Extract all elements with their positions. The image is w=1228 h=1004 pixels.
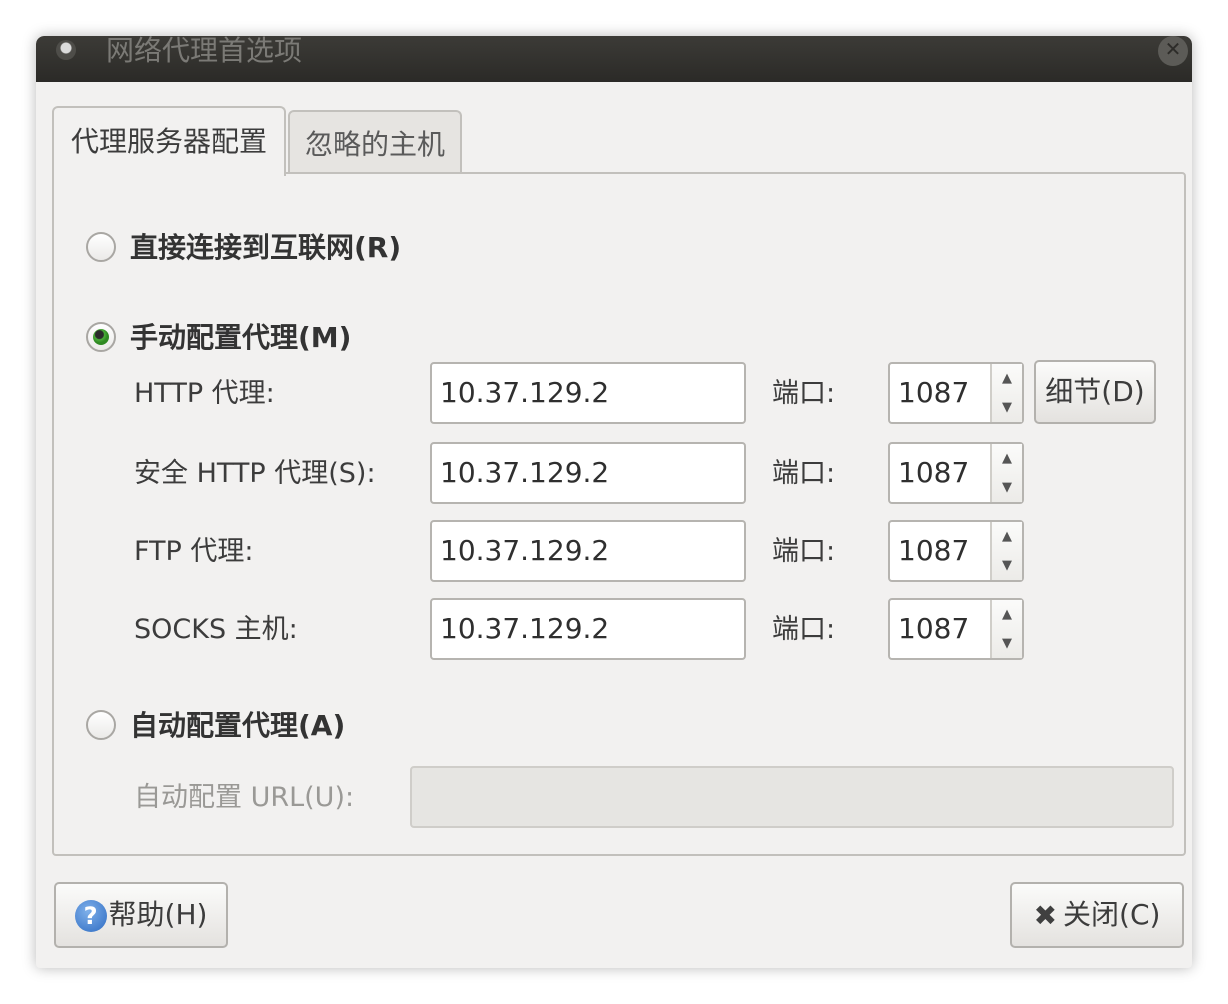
auto-config-url-input[interactable] [410,766,1174,828]
spin-down-icon[interactable]: ▼ [992,629,1022,658]
spin-down-icon[interactable]: ▼ [992,551,1022,580]
tab-proxy-config[interactable]: 代理服务器配置 [52,106,286,176]
close-icon: ✖ [1033,899,1058,932]
title-bar[interactable]: 网络代理首选项 ✕ [36,36,1192,82]
direct-label: 直接连接到互联网(R) [130,231,402,264]
socks-host-label: SOCKS 主机: [134,614,298,645]
secure-http-port-spin-buttons: ▲ ▼ [990,444,1022,502]
secure-http-port-label: 端口: [772,458,836,489]
spin-up-icon[interactable]: ▲ [992,522,1022,551]
spin-down-icon[interactable]: ▼ [992,473,1022,502]
spin-up-icon[interactable]: ▲ [992,364,1022,393]
secure-http-port-value[interactable]: 1087 [898,444,969,502]
close-button-label: 关闭(C) [1063,898,1161,931]
auto-config-url-label: 自动配置 URL(U): [134,782,355,813]
ftp-port-stepper[interactable]: 1087 ▲ ▼ [888,520,1024,582]
help-button-label: 帮助(H) [108,898,208,931]
ftp-port-value[interactable]: 1087 [898,522,969,580]
socks-port-stepper[interactable]: 1087 ▲ ▼ [888,598,1024,660]
http-port-label: 端口: [772,378,836,409]
proxy-preferences-window: 网络代理首选项 ✕ 代理服务器配置 忽略的主机 直接连接到互联网(R) 手动配置… [36,36,1192,968]
spin-up-icon[interactable]: ▲ [992,444,1022,473]
auto-proxy-option[interactable]: 自动配置代理(A) [86,706,426,746]
http-port-value[interactable]: 1087 [898,364,969,422]
http-proxy-input[interactable]: 10.37.129.2 [430,362,746,424]
http-proxy-label: HTTP 代理: [134,378,275,409]
manual-proxy-option[interactable]: 手动配置代理(M) [86,318,426,358]
ftp-port-label: 端口: [772,536,836,567]
window-title: 网络代理首选项 [106,36,303,67]
direct-radio[interactable] [86,232,116,262]
auto-radio[interactable] [86,710,116,740]
secure-http-proxy-input[interactable]: 10.37.129.2 [430,442,746,504]
proxy-config-panel: 直接连接到互联网(R) 手动配置代理(M) HTTP 代理: 10.37.129… [52,172,1186,856]
secure-http-port-stepper[interactable]: 1087 ▲ ▼ [888,442,1024,504]
spin-up-icon[interactable]: ▲ [992,600,1022,629]
http-port-spin-buttons: ▲ ▼ [990,364,1022,422]
tab-ignored-hosts[interactable]: 忽略的主机 [288,110,462,174]
ftp-port-spin-buttons: ▲ ▼ [990,522,1022,580]
details-button[interactable]: 细节(D) [1034,360,1156,424]
window-menu-icon[interactable] [56,40,76,60]
socks-host-input[interactable]: 10.37.129.2 [430,598,746,660]
socks-port-spin-buttons: ▲ ▼ [990,600,1022,658]
http-port-stepper[interactable]: 1087 ▲ ▼ [888,362,1024,424]
socks-port-label: 端口: [772,614,836,645]
spin-down-icon[interactable]: ▼ [992,393,1022,422]
auto-label: 自动配置代理(A) [130,709,346,742]
help-button[interactable]: ? 帮助(H) [54,882,228,948]
secure-http-proxy-label: 安全 HTTP 代理(S): [134,458,376,489]
window-close-icon[interactable]: ✕ [1158,36,1188,66]
manual-label: 手动配置代理(M) [130,321,352,354]
socks-port-value[interactable]: 1087 [898,600,969,658]
direct-connection-option[interactable]: 直接连接到互联网(R) [86,228,466,268]
ftp-proxy-input[interactable]: 10.37.129.2 [430,520,746,582]
manual-radio[interactable] [86,322,116,352]
close-button[interactable]: ✖ 关闭(C) [1010,882,1184,948]
help-icon: ? [74,900,107,932]
ftp-proxy-label: FTP 代理: [134,536,254,567]
